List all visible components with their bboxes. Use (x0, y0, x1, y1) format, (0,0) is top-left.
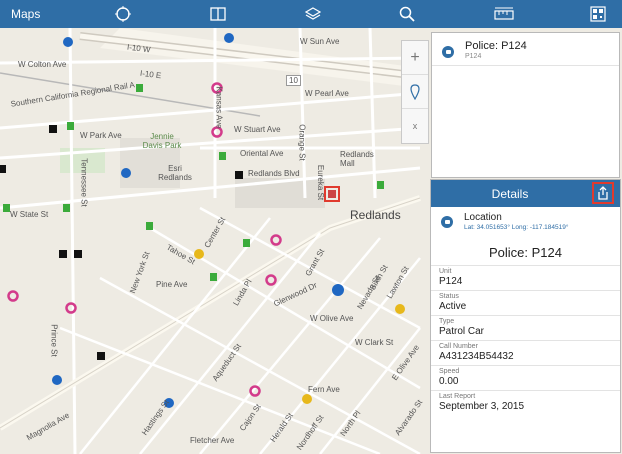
map-label: W Stuart Ave (234, 125, 281, 134)
map-label: Orange St (297, 124, 307, 161)
map-label: W Clark St (355, 338, 394, 347)
field-label: Type (439, 318, 455, 325)
zoom-control: + x (401, 40, 429, 144)
field-speed: Speed 0.00 (431, 366, 620, 391)
location-pin-button[interactable] (402, 75, 428, 109)
measure-icon[interactable] (493, 4, 515, 24)
police-icon (441, 216, 453, 228)
map-label: W Sun Ave (300, 37, 340, 46)
map-label: 10 (286, 75, 301, 86)
map-label: Redlands Blvd (248, 169, 300, 178)
map-label: Esri Redlands (158, 164, 192, 182)
field-label: Call Number (439, 343, 478, 350)
map-label: Fletcher Ave (190, 436, 235, 445)
map-label: W Colton Ave (18, 60, 67, 69)
map-label: Redlands (350, 208, 401, 222)
location-label: Location (464, 212, 502, 223)
details-header: Details (431, 180, 620, 207)
field-value: Patrol Car (439, 326, 485, 337)
map-label: Kansas Ave (214, 86, 224, 129)
field-last-report: Last Report September 3, 2015 (431, 391, 620, 415)
map-label: W Pearl Ave (305, 89, 349, 98)
app-title: Maps (11, 7, 41, 21)
map-label: Redlands Mall (340, 150, 374, 168)
details-feature-title: Police: P124 (431, 241, 620, 266)
divider (432, 65, 619, 66)
details-panel: Details Location Lat: 34.051653° Long: -… (430, 179, 621, 453)
field-value: P124 (439, 276, 463, 287)
map-label: Prince St (49, 324, 59, 357)
locate-icon[interactable] (113, 4, 133, 24)
field-value: Active (439, 301, 467, 312)
field-label: Status (439, 293, 459, 300)
map-label: W Olive Ave (310, 314, 354, 323)
close-button[interactable]: x (402, 109, 428, 142)
map-label: Eureka St (316, 164, 326, 201)
pin-outline-icon (410, 83, 420, 100)
field-call-number: Call Number A431234B54432 (431, 341, 620, 366)
map-label: W State St (10, 210, 49, 219)
search-icon[interactable] (397, 4, 417, 24)
map-label: W Park Ave (80, 131, 122, 140)
map-label: Fern Ave (308, 385, 340, 394)
popup-title[interactable]: Police: P124 (465, 40, 527, 52)
field-status: Status Active (431, 291, 620, 316)
popup-panel: Police: P124 P124 (431, 32, 620, 178)
field-label: Last Report (439, 393, 476, 400)
field-unit: Unit P124 (431, 266, 620, 291)
popup-subtitle: P124 (465, 53, 482, 60)
share-button[interactable] (592, 182, 614, 204)
police-icon (442, 41, 454, 59)
top-toolbar: Maps (0, 0, 622, 28)
map-label: Jennie Davis Park (142, 132, 182, 150)
field-label: Unit (439, 268, 452, 275)
location-row[interactable]: Location Lat: 34.051653° Long: -117.1845… (431, 207, 620, 241)
share-icon (598, 186, 608, 200)
map-label: Tennessee St (79, 158, 89, 207)
map-label: Oriental Ave (240, 149, 284, 158)
field-label: Speed (439, 368, 460, 375)
basemap-split-icon[interactable] (208, 4, 228, 24)
details-title: Details (491, 187, 529, 201)
field-value: 0.00 (439, 376, 459, 387)
field-value: September 3, 2015 (439, 401, 525, 412)
layers-icon[interactable] (303, 4, 323, 24)
zoom-in-button[interactable]: + (402, 41, 428, 75)
location-coords: Lat: 34.051653° Long: -117.184519° (464, 224, 569, 231)
qr-grid-icon[interactable] (588, 4, 608, 24)
map-label: Pine Ave (156, 280, 188, 289)
field-value: A431234B54432 (439, 351, 514, 362)
field-type: Type Patrol Car (431, 316, 620, 341)
